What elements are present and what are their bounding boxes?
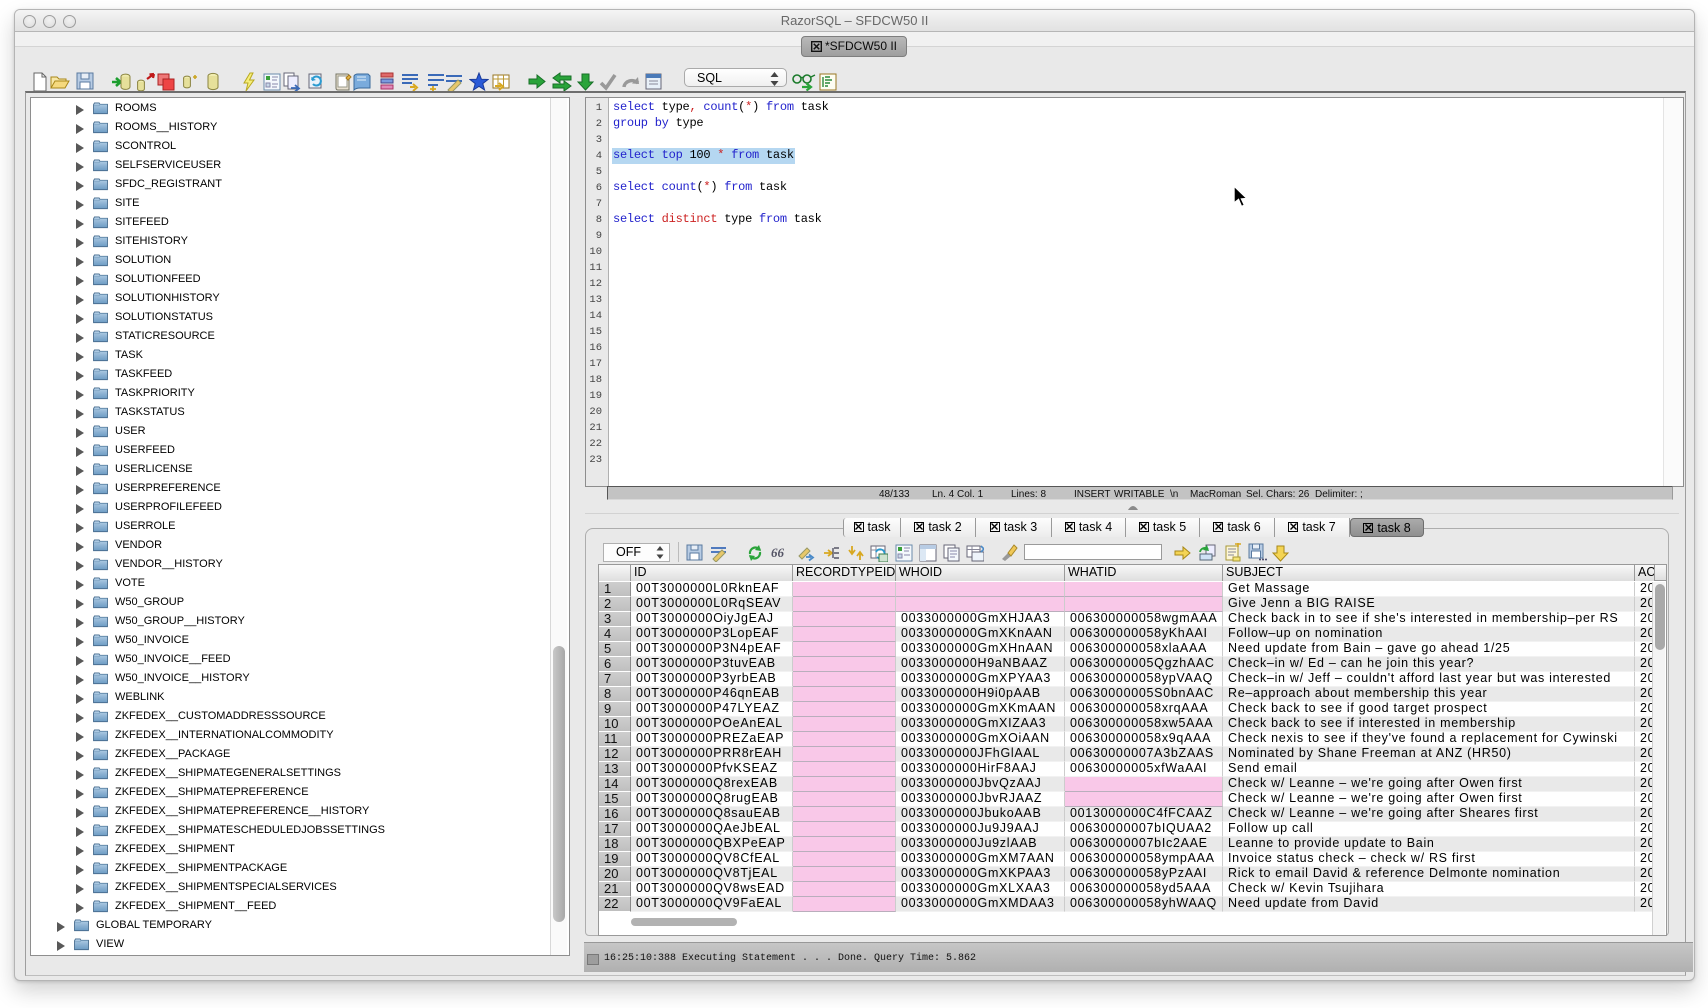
svg-text:66: 66	[771, 545, 785, 560]
